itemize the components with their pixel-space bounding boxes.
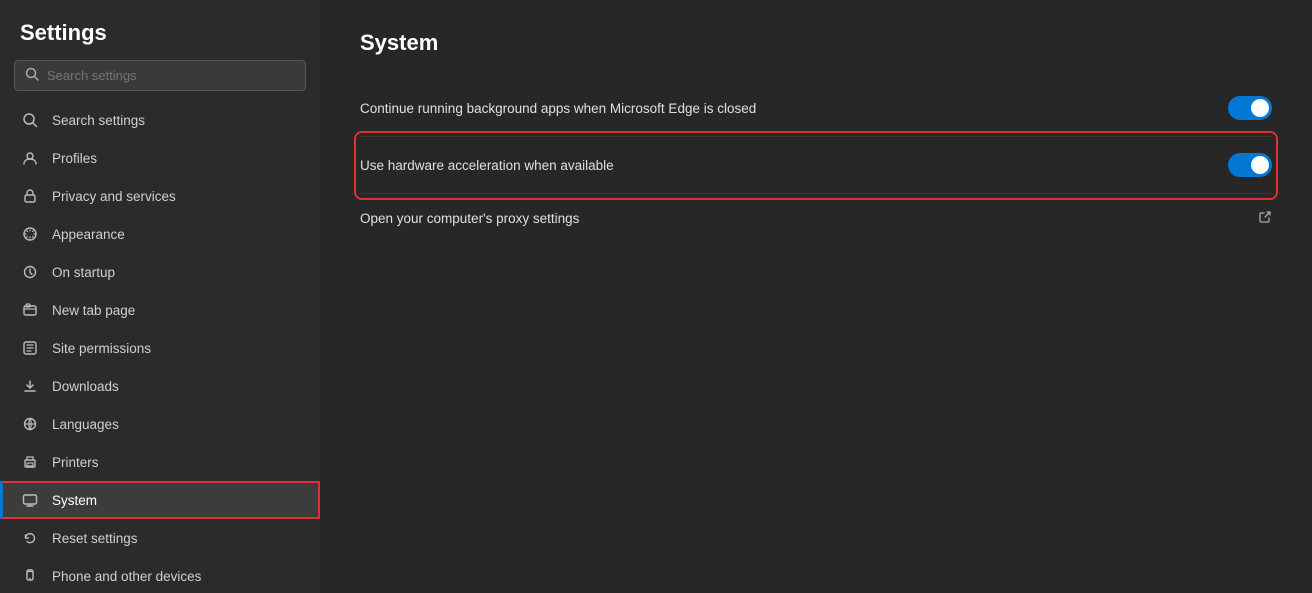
main-content: System Continue running background apps … [320,0,1312,593]
nav-label-privacy-services: Privacy and services [52,189,300,204]
nav-item-profiles[interactable]: Profiles [0,139,320,177]
nav-label-new-tab-page: New tab page [52,303,300,318]
search-icon [25,67,39,84]
site-permissions-icon [20,338,40,358]
nav-label-site-permissions: Site permissions [52,341,300,356]
nav-item-downloads[interactable]: Downloads [0,367,320,405]
reset-icon [20,528,40,548]
setting-row-background-apps[interactable]: Continue running background apps when Mi… [360,80,1272,137]
nav-label-reset-settings: Reset settings [52,531,300,546]
nav-item-languages[interactable]: Languages [0,405,320,443]
on-startup-icon [20,262,40,282]
languages-icon [20,414,40,434]
setting-label-proxy-settings: Open your computer's proxy settings [360,211,1242,226]
nav-item-reset-settings[interactable]: Reset settings [0,519,320,557]
setting-label-background-apps: Continue running background apps when Mi… [360,101,1228,116]
external-link-icon[interactable] [1258,210,1272,227]
page-title: System [360,30,1272,56]
profiles-icon [20,148,40,168]
search-icon [20,110,40,130]
nav-label-appearance: Appearance [52,227,300,242]
settings-list: Continue running background apps when Mi… [360,80,1272,243]
nav-item-phone-devices[interactable]: Phone and other devices [0,557,320,593]
downloads-icon [20,376,40,396]
nav-label-search-settings: Search settings [52,113,300,128]
nav-label-profiles: Profiles [52,151,300,166]
search-input[interactable] [47,68,295,83]
nav-label-on-startup: On startup [52,265,300,280]
setting-row-proxy-settings[interactable]: Open your computer's proxy settings [360,194,1272,243]
nav-item-appearance[interactable]: Appearance [0,215,320,253]
nav-item-new-tab-page[interactable]: New tab page [0,291,320,329]
nav-item-privacy-services[interactable]: Privacy and services [0,177,320,215]
nav-item-search-settings[interactable]: Search settings [0,101,320,139]
appearance-icon [20,224,40,244]
setting-row-hardware-acceleration[interactable]: Use hardware acceleration when available [360,137,1272,194]
nav-label-languages: Languages [52,417,300,432]
nav-label-printers: Printers [52,455,300,470]
nav-item-on-startup[interactable]: On startup [0,253,320,291]
toggle-background-apps[interactable] [1228,96,1272,120]
nav-label-system: System [52,493,300,508]
system-icon [20,490,40,510]
nav-label-downloads: Downloads [52,379,300,394]
nav-list: Search settings Profiles Privacy and servi… [0,101,320,593]
toggle-hardware-acceleration[interactable] [1228,153,1272,177]
sidebar-title: Settings [0,10,320,60]
sidebar: Settings Search settings Profiles Privacy … [0,0,320,593]
phone-icon [20,566,40,586]
setting-label-hardware-acceleration: Use hardware acceleration when available [360,158,1228,173]
privacy-icon [20,186,40,206]
nav-item-site-permissions[interactable]: Site permissions [0,329,320,367]
search-box[interactable] [14,60,306,91]
nav-label-phone-devices: Phone and other devices [52,569,300,584]
new-tab-icon [20,300,40,320]
nav-item-printers[interactable]: Printers [0,443,320,481]
printers-icon [20,452,40,472]
nav-item-system[interactable]: System [0,481,320,519]
